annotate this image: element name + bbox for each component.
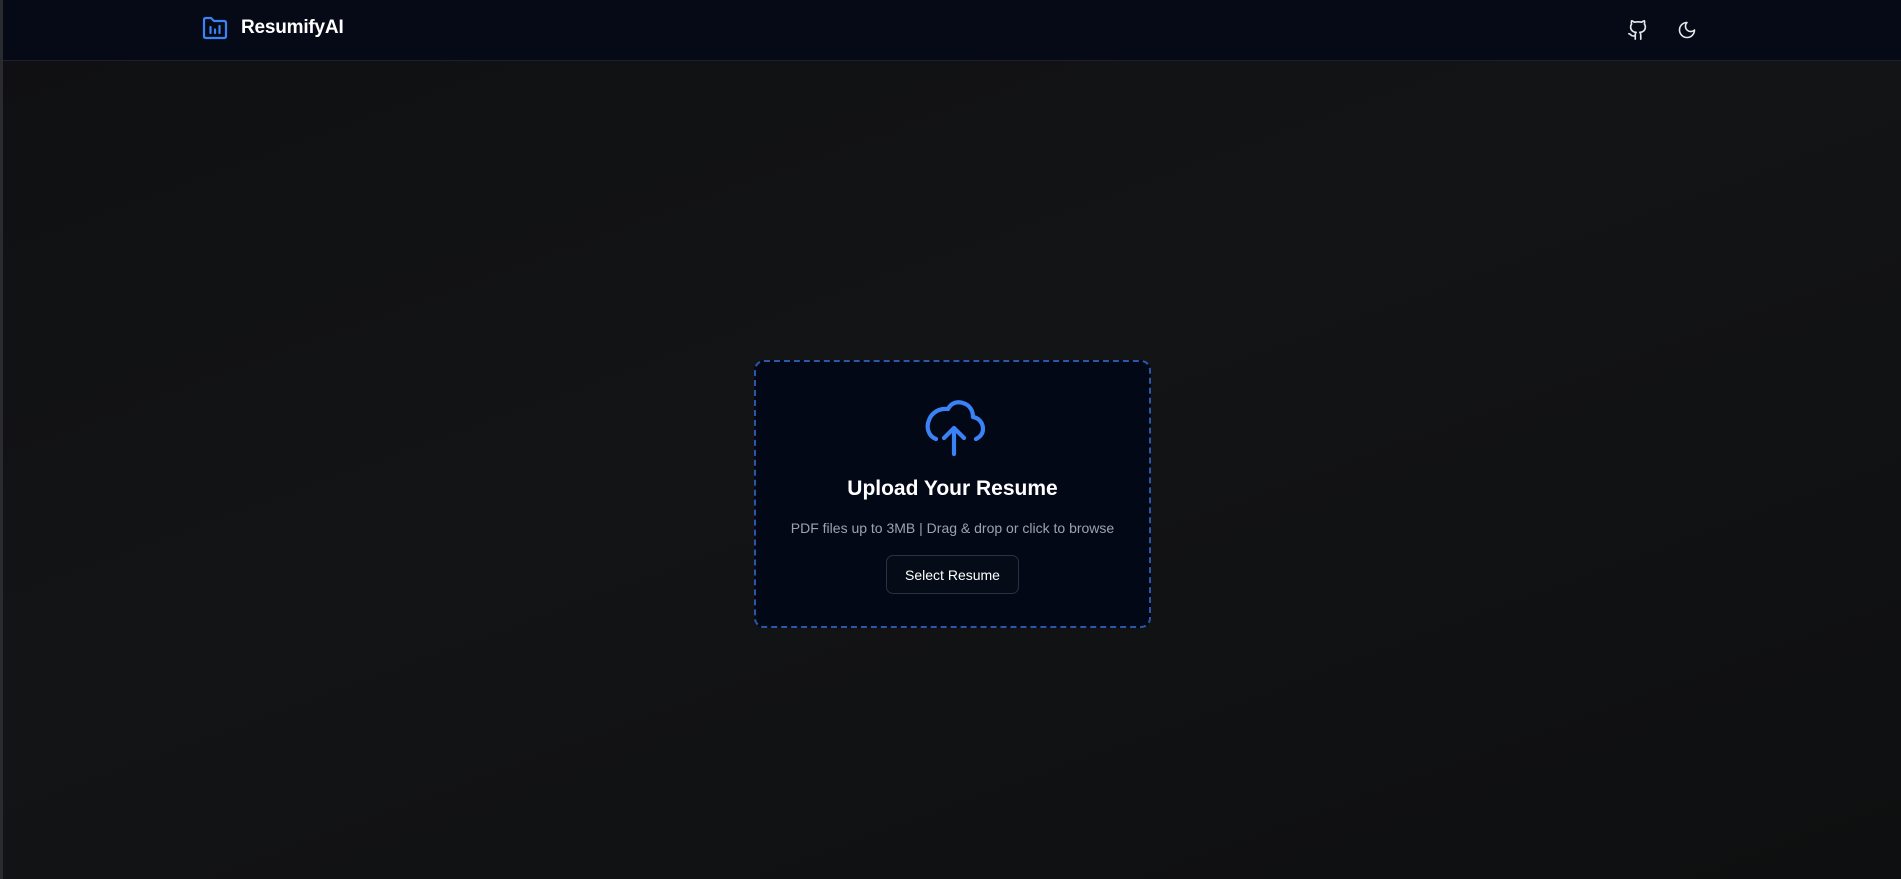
select-resume-button[interactable]: Select Resume	[886, 555, 1019, 594]
upload-hint: PDF files up to 3MB | Drag & drop or cli…	[790, 520, 1115, 536]
upload-title: Upload Your Resume	[847, 477, 1058, 500]
window-edge	[0, 0, 3, 879]
folder-chart-icon	[202, 16, 228, 40]
app-name: ResumifyAI	[241, 17, 344, 38]
resume-dropzone[interactable]: Upload Your Resume PDF files up to 3MB |…	[754, 360, 1151, 628]
github-icon	[1628, 20, 1647, 40]
brand-home-link[interactable]: ResumifyAI	[201, 15, 344, 41]
top-navbar: ResumifyAI	[3, 0, 1901, 61]
theme-toggle-button[interactable]	[1670, 13, 1704, 47]
app-page: ResumifyAI Upload Your Resume PDF files …	[0, 0, 1901, 879]
cloud-upload-icon	[925, 400, 985, 457]
moon-icon	[1678, 21, 1696, 39]
github-link-button[interactable]	[1621, 13, 1655, 47]
